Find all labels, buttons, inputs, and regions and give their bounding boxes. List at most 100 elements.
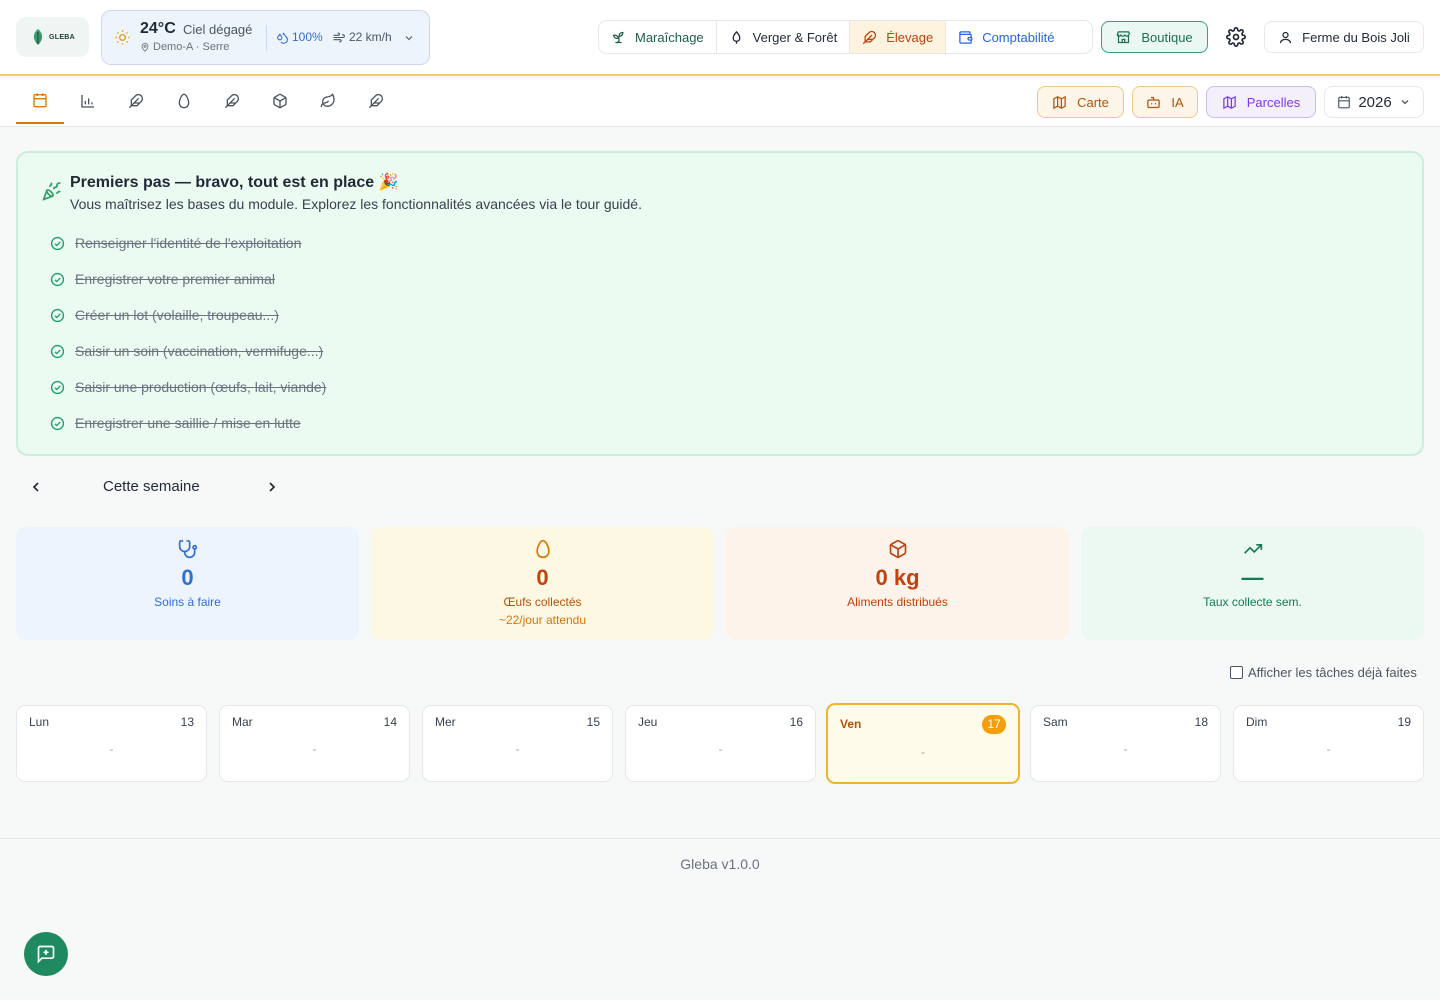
checklist-item[interactable]: Enregistrer votre premier animal	[50, 261, 326, 297]
onboarding-checklist: Renseigner l'identité de l'exploitation …	[50, 225, 326, 441]
weather-wind-text: 22 km/h	[349, 30, 392, 44]
stat-card-collection-rate[interactable]: — Taux collecte sem.	[1081, 527, 1424, 640]
checklist-item[interactable]: Créer un lot (volaille, troupeau...)	[50, 297, 326, 333]
checklist-item-label: Enregistrer votre premier animal	[75, 271, 275, 287]
sprout-icon	[612, 31, 624, 43]
checklist-item[interactable]: Saisir un soin (vaccination, vermifuge..…	[50, 333, 326, 369]
tab-pasture[interactable]	[304, 78, 352, 124]
day-number: 19	[1397, 715, 1411, 729]
weather-condition: Ciel dégagé	[183, 22, 253, 37]
weather-widget[interactable]: 24°C Ciel dégagé Demo-A · Serre 100% 22 …	[101, 10, 430, 65]
check-circle-icon	[50, 416, 65, 430]
checklist-item-label: Créer un lot (volaille, troupeau...)	[75, 307, 279, 323]
day-number: 13	[180, 715, 194, 729]
checklist-item-label: Enregistrer une saillie / mise en lutte	[75, 415, 301, 431]
tab-lots[interactable]	[208, 78, 256, 124]
module-comptabilite[interactable]: Comptabilité	[946, 21, 1066, 53]
day-card[interactable]: Mer 15 -	[422, 705, 613, 782]
check-circle-icon	[50, 308, 65, 322]
wind-icon	[333, 32, 345, 42]
stat-label: Aliments distribués	[847, 595, 948, 609]
day-empty: -	[312, 742, 317, 756]
stat-card-feed[interactable]: 0 kg Aliments distribués	[726, 527, 1069, 640]
onboarding-title: Premiers pas — bravo, tout est en place …	[70, 174, 399, 191]
day-name: Sam	[1043, 715, 1068, 729]
logo-text: GLEBA	[49, 33, 75, 41]
day-empty: -	[1326, 742, 1331, 756]
checklist-item[interactable]: Renseigner l'identité de l'exploitation	[50, 225, 326, 261]
day-card[interactable]: Lun 13 -	[16, 705, 207, 782]
chevron-down-icon	[1401, 100, 1409, 105]
farm-selector[interactable]: Ferme du Bois Joli	[1264, 21, 1424, 53]
store-icon	[1116, 30, 1131, 43]
day-card[interactable]: Mar 14 -	[219, 705, 410, 782]
bot-icon	[1147, 96, 1161, 108]
map-button[interactable]: Carte	[1037, 86, 1124, 118]
stat-label: Œufs collectés	[503, 595, 582, 609]
day-name: Dim	[1246, 715, 1268, 729]
feather-icon	[368, 93, 384, 109]
message-plus-icon	[37, 945, 55, 964]
tab-calendar[interactable]	[16, 78, 64, 124]
tab-production[interactable]	[160, 78, 208, 124]
module-label-elevage: Élevage	[886, 29, 934, 45]
chevron-right-icon[interactable]	[264, 479, 280, 495]
egg-icon	[178, 93, 190, 109]
show-done-label: Afficher les tâches déjà faites	[1248, 665, 1417, 680]
top-bar: GLEBA 24°C Ciel dégagé Demo-A · Serre 10…	[0, 0, 1440, 76]
tab-statistics[interactable]	[64, 78, 112, 124]
year-selector[interactable]: 2026	[1324, 86, 1424, 118]
weather-location: Demo-A · Serre	[140, 41, 229, 53]
parcels-button[interactable]: Parcelles	[1206, 86, 1316, 118]
feedback-button[interactable]	[24, 932, 68, 976]
day-number: 18	[1194, 715, 1208, 729]
leaf-logo-icon	[33, 29, 43, 45]
chevron-left-icon[interactable]	[28, 479, 44, 495]
footer-divider	[0, 838, 1440, 839]
day-card[interactable]: Jeu 16 -	[625, 705, 816, 782]
tab-reproduction[interactable]	[352, 78, 400, 124]
onboarding-card: Premiers pas — bravo, tout est en place …	[16, 151, 1424, 456]
day-empty: -	[718, 742, 723, 756]
map-icon	[1053, 95, 1066, 109]
day-card[interactable]: Sam 18 -	[1030, 705, 1221, 782]
weather-humidity-text: 100%	[292, 30, 323, 44]
map-icon	[1223, 95, 1236, 109]
stat-card-eggs[interactable]: 0 Œufs collectés ~22/jour attendu	[371, 527, 714, 640]
day-card-today[interactable]: Ven 17 -	[826, 703, 1020, 784]
map-pin-icon	[141, 42, 149, 52]
year-value: 2026	[1358, 93, 1392, 111]
check-circle-icon	[50, 344, 65, 358]
day-card[interactable]: Dim 19 -	[1233, 705, 1424, 782]
show-done-toggle[interactable]: Afficher les tâches déjà faites	[1230, 665, 1417, 680]
day-empty: -	[921, 745, 925, 759]
calendar-icon	[1338, 96, 1351, 109]
stat-card-care[interactable]: 0 Soins à faire	[16, 527, 359, 640]
module-verger-foret[interactable]: Verger & Forêt	[717, 21, 851, 53]
gear-icon[interactable]	[1226, 27, 1246, 47]
farm-name: Ferme du Bois Joli	[1302, 29, 1410, 45]
app-logo[interactable]: GLEBA	[16, 17, 89, 57]
weather-humidity: 100%	[276, 30, 323, 44]
tab-stock[interactable]	[256, 78, 304, 124]
module-switcher: Maraîchage Verger & Forêt Élevage Compta…	[598, 20, 1093, 54]
module-maraichage[interactable]: Maraîchage	[599, 21, 717, 53]
day-number: 16	[789, 715, 803, 729]
sun-icon	[115, 30, 130, 45]
module-elevage[interactable]: Élevage	[850, 21, 947, 53]
show-done-checkbox[interactable]	[1230, 666, 1243, 679]
checklist-item[interactable]: Enregistrer une saillie / mise en lutte	[50, 405, 326, 441]
stat-label: Soins à faire	[154, 595, 221, 609]
day-empty: -	[1123, 742, 1128, 756]
stat-value: —	[1241, 565, 1264, 590]
chevron-down-icon[interactable]	[403, 32, 415, 44]
boutique-button[interactable]: Boutique	[1101, 21, 1208, 53]
module-label-maraichage: Maraîchage	[635, 29, 704, 45]
feather-icon	[863, 30, 877, 44]
module-label-comptabilite: Comptabilité	[982, 29, 1055, 45]
tab-animals[interactable]	[112, 78, 160, 124]
checklist-item[interactable]: Saisir une production (œufs, lait, viand…	[50, 369, 326, 405]
calendar-icon	[33, 93, 47, 108]
ai-button[interactable]: IA	[1132, 86, 1198, 118]
day-number: 15	[586, 715, 600, 729]
